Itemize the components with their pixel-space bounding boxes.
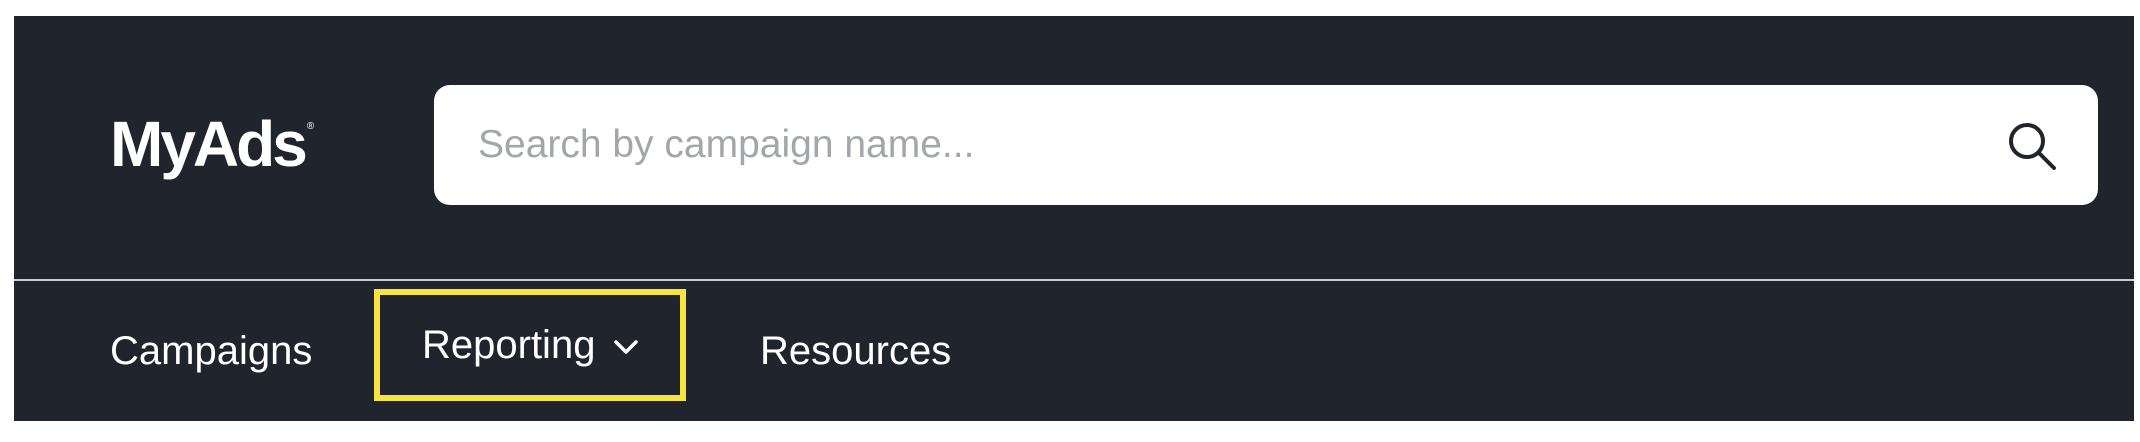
nav-item-reporting[interactable]: Reporting <box>374 289 686 401</box>
nav-item-campaigns[interactable]: Campaigns <box>110 281 312 421</box>
search-box <box>434 85 2098 205</box>
logo[interactable]: MyAds ® <box>110 112 314 176</box>
nav-item-label: Resources <box>760 328 952 373</box>
top-bar: MyAds ® <box>14 16 2134 279</box>
nav-item-label: Reporting <box>422 322 596 367</box>
nav-item-resources[interactable]: Resources <box>760 281 951 421</box>
registered-mark: ® <box>306 121 315 132</box>
chevron-down-icon <box>614 340 639 354</box>
main-nav: Campaigns Reporting Resources <box>14 281 2134 421</box>
logo-text: MyAds <box>110 108 308 180</box>
search-input[interactable] <box>478 85 1978 205</box>
app-header: MyAds® Campaigns Reporting Resources <box>14 16 2134 421</box>
nav-item-label: Campaigns <box>110 328 313 373</box>
search-icon[interactable] <box>2004 118 2060 174</box>
